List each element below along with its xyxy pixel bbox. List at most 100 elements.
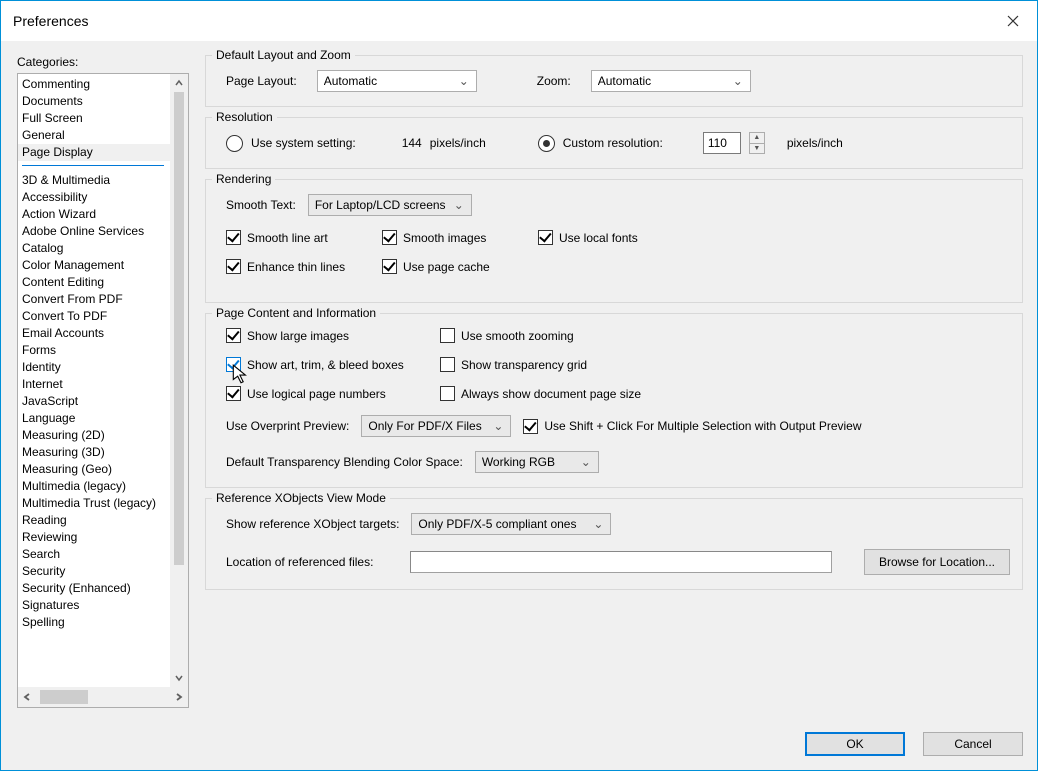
location-field[interactable]: [410, 551, 832, 573]
category-item[interactable]: Action Wizard: [18, 206, 170, 223]
use-system-label: Use system setting:: [251, 136, 356, 150]
close-button[interactable]: [995, 6, 1031, 36]
category-item[interactable]: Adobe Online Services: [18, 223, 170, 240]
checkbox-use-local-fonts[interactable]: Use local fonts: [538, 230, 638, 245]
checkbox-show-art-trim-bleed[interactable]: Show art, trim, & bleed boxes: [226, 357, 440, 372]
category-item[interactable]: Documents: [18, 93, 170, 110]
category-item[interactable]: Catalog: [18, 240, 170, 257]
category-item[interactable]: Reviewing: [18, 529, 170, 546]
category-item[interactable]: Search: [18, 546, 170, 563]
category-item[interactable]: Measuring (Geo): [18, 461, 170, 478]
preferences-window: Preferences Categories: CommentingDocume…: [0, 0, 1038, 771]
categories-label: Categories:: [17, 55, 189, 69]
checkbox-smooth-images[interactable]: Smooth images: [382, 230, 538, 245]
category-item[interactable]: Security: [18, 563, 170, 580]
overprint-value: Only For PDF/X Files: [368, 419, 490, 433]
cancel-button[interactable]: Cancel: [923, 732, 1023, 756]
checkbox-use-smooth-zooming[interactable]: Use smooth zooming: [440, 328, 574, 343]
category-item[interactable]: Forms: [18, 342, 170, 359]
category-item[interactable]: Measuring (2D): [18, 427, 170, 444]
category-item[interactable]: Convert To PDF: [18, 308, 170, 325]
category-item[interactable]: Color Management: [18, 257, 170, 274]
category-item[interactable]: JavaScript: [18, 393, 170, 410]
resolution-spinner[interactable]: ▲▼: [749, 132, 765, 154]
blending-dropdown[interactable]: Working RGB ⌄: [475, 451, 599, 473]
checkbox-use-page-cache[interactable]: Use page cache: [382, 259, 490, 274]
scroll-right-icon[interactable]: [170, 688, 188, 706]
custom-unit: pixels/inch: [787, 136, 843, 150]
category-item[interactable]: General: [18, 127, 170, 144]
hscroll-thumb[interactable]: [40, 690, 88, 704]
settings-panel: Default Layout and Zoom Page Layout: Aut…: [205, 55, 1023, 708]
checkbox-smooth-line-art[interactable]: Smooth line art: [226, 230, 382, 245]
zoom-value: Automatic: [598, 74, 730, 88]
group-title-resolution: Resolution: [212, 110, 277, 124]
vertical-scrollbar[interactable]: [170, 74, 188, 687]
horizontal-scrollbar[interactable]: [18, 687, 188, 707]
category-item[interactable]: Multimedia Trust (legacy): [18, 495, 170, 512]
checkbox-enhance-thin-lines[interactable]: Enhance thin lines: [226, 259, 382, 274]
scroll-left-icon[interactable]: [18, 688, 36, 706]
page-layout-dropdown[interactable]: Automatic ⌄: [317, 70, 477, 92]
category-item[interactable]: Reading: [18, 512, 170, 529]
scroll-thumb[interactable]: [174, 92, 184, 565]
system-unit: pixels/inch: [430, 136, 486, 150]
scroll-down-icon[interactable]: [170, 669, 188, 687]
category-item[interactable]: Content Editing: [18, 274, 170, 291]
smooth-text-label: Smooth Text:: [226, 198, 296, 212]
location-label: Location of referenced files:: [226, 555, 398, 569]
overprint-dropdown[interactable]: Only For PDF/X Files ⌄: [361, 415, 511, 437]
xobject-targets-dropdown[interactable]: Only PDF/X-5 compliant ones ⌄: [411, 513, 611, 535]
category-item[interactable]: Accessibility: [18, 189, 170, 206]
dialog-footer: OK Cancel: [1, 722, 1037, 770]
system-value: 144: [402, 136, 422, 150]
scroll-up-icon[interactable]: [170, 74, 188, 92]
category-item[interactable]: Full Screen: [18, 110, 170, 127]
checkbox-shift-click-output-preview[interactable]: Use Shift + Click For Multiple Selection…: [523, 419, 861, 434]
ok-button[interactable]: OK: [805, 732, 905, 756]
zoom-dropdown[interactable]: Automatic ⌄: [591, 70, 751, 92]
window-title: Preferences: [13, 13, 88, 29]
group-resolution: Resolution Use system setting: 144 pixel…: [205, 117, 1023, 169]
category-item[interactable]: Identity: [18, 359, 170, 376]
browse-location-button[interactable]: Browse for Location...: [864, 549, 1010, 575]
custom-resolution-input[interactable]: [703, 132, 741, 154]
smooth-text-value: For Laptop/LCD screens: [315, 198, 451, 212]
custom-label: Custom resolution:: [563, 136, 663, 150]
checkbox-always-show-doc-page-size[interactable]: Always show document page size: [440, 386, 641, 401]
group-title-page-content: Page Content and Information: [212, 306, 380, 320]
category-item[interactable]: 3D & Multimedia: [18, 172, 170, 189]
checkbox-use-logical-page-numbers[interactable]: Use logical page numbers: [226, 386, 440, 401]
page-layout-value: Automatic: [324, 74, 456, 88]
xobject-targets-value: Only PDF/X-5 compliant ones: [418, 517, 590, 531]
checkbox-show-large-images[interactable]: Show large images: [226, 328, 440, 343]
chevron-down-icon: ⌄: [456, 74, 472, 88]
checkbox-show-transparency-grid[interactable]: Show transparency grid: [440, 357, 587, 372]
category-item[interactable]: Measuring (3D): [18, 444, 170, 461]
category-item[interactable]: Page Display: [18, 144, 170, 161]
dialog-body: Categories: CommentingDocumentsFull Scre…: [1, 41, 1037, 722]
chevron-down-icon: ⌄: [490, 419, 506, 433]
overprint-label: Use Overprint Preview:: [226, 419, 349, 433]
titlebar: Preferences: [1, 1, 1037, 41]
category-item[interactable]: Spelling: [18, 614, 170, 631]
category-item[interactable]: Multimedia (legacy): [18, 478, 170, 495]
category-item[interactable]: Convert From PDF: [18, 291, 170, 308]
categories-listbox[interactable]: CommentingDocumentsFull ScreenGeneralPag…: [17, 73, 189, 708]
smooth-text-dropdown[interactable]: For Laptop/LCD screens ⌄: [308, 194, 472, 216]
group-layout-zoom: Default Layout and Zoom Page Layout: Aut…: [205, 55, 1023, 107]
chevron-down-icon: ⌄: [451, 198, 467, 212]
group-rendering: Rendering Smooth Text: For Laptop/LCD sc…: [205, 179, 1023, 303]
group-xobjects: Reference XObjects View Mode Show refere…: [205, 498, 1023, 590]
spinner-down-icon[interactable]: ▼: [750, 144, 764, 154]
radio-use-system[interactable]: [226, 135, 243, 152]
chevron-down-icon: ⌄: [578, 455, 594, 469]
category-item[interactable]: Security (Enhanced): [18, 580, 170, 597]
category-item[interactable]: Email Accounts: [18, 325, 170, 342]
radio-custom[interactable]: [538, 135, 555, 152]
spinner-up-icon[interactable]: ▲: [750, 133, 764, 144]
category-item[interactable]: Internet: [18, 376, 170, 393]
category-item[interactable]: Language: [18, 410, 170, 427]
category-item[interactable]: Commenting: [18, 76, 170, 93]
category-item[interactable]: Signatures: [18, 597, 170, 614]
